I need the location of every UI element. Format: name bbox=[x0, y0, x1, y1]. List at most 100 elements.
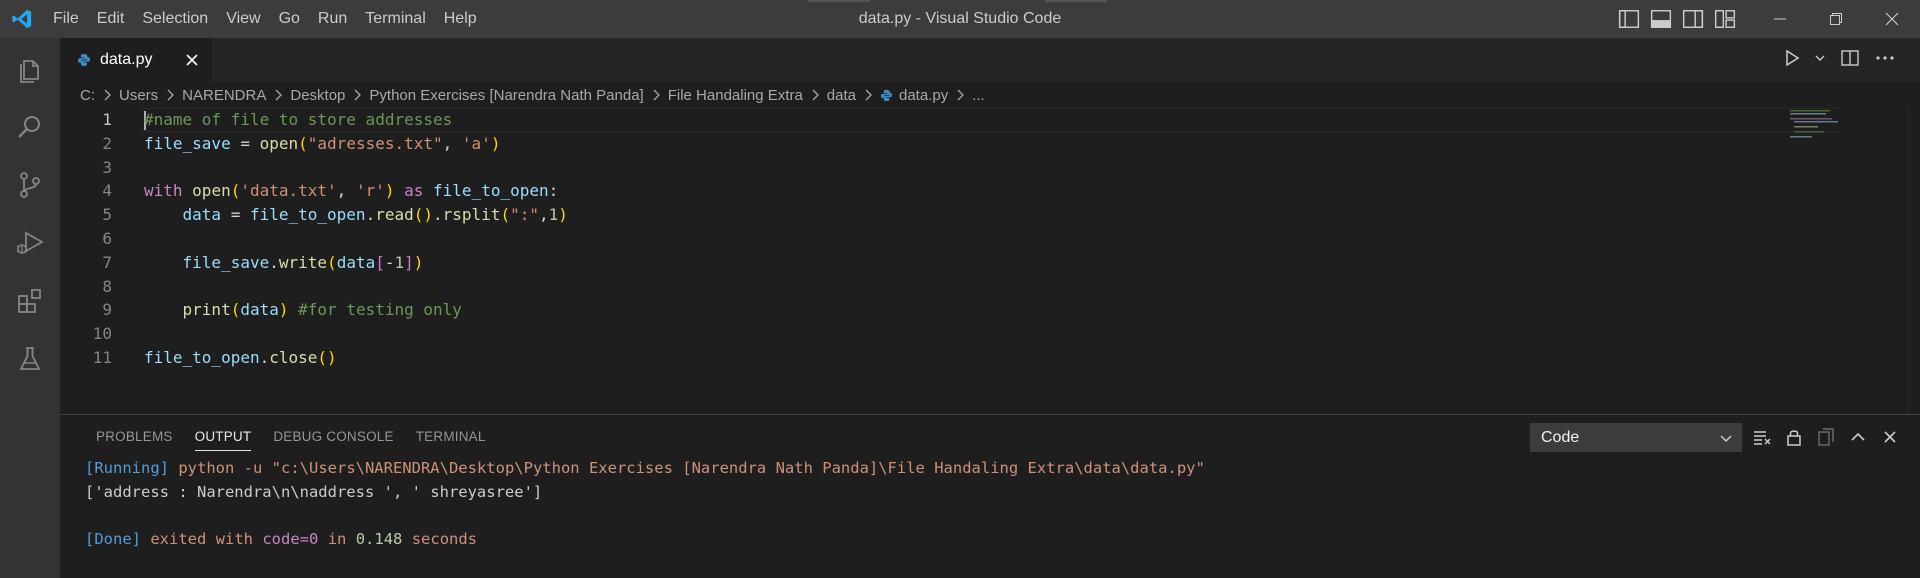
code-lines[interactable]: #name of file to store addresses file_sa… bbox=[144, 108, 568, 370]
chevron-right-icon bbox=[865, 89, 872, 101]
chevron-right-icon bbox=[653, 89, 660, 101]
done-in: in bbox=[327, 530, 347, 549]
code-line-2[interactable]: file_save = open("adresses.txt", 'a') bbox=[144, 132, 568, 156]
close-panel-icon[interactable] bbox=[1880, 427, 1900, 447]
code-line-3[interactable] bbox=[144, 156, 568, 180]
code-line-4[interactable]: with open('data.txt', 'r') as file_to_op… bbox=[144, 179, 568, 203]
line-number-gutter: 1 2 3 4 5 6 7 8 9 10 11 bbox=[60, 108, 120, 370]
breadcrumb-desktop[interactable]: Desktop bbox=[290, 87, 345, 104]
punctuation-token: , bbox=[336, 181, 356, 201]
line-number: 2 bbox=[102, 133, 112, 153]
line-number: 8 bbox=[102, 276, 112, 296]
breadcrumb-narendra[interactable]: NARENDRA bbox=[182, 87, 266, 104]
open-output-in-editor-icon[interactable] bbox=[1816, 427, 1836, 447]
menu-bar: File Edit Selection View Go Run Terminal… bbox=[44, 0, 486, 38]
tab-output[interactable]: OUTPUT bbox=[184, 415, 263, 459]
code-line-7[interactable]: file_save.write(data[-1]) bbox=[144, 251, 568, 275]
activity-search[interactable] bbox=[0, 102, 60, 152]
chevron-down-icon bbox=[1720, 435, 1732, 443]
menu-file[interactable]: File bbox=[44, 0, 88, 38]
title-drag-marker bbox=[1045, 0, 1107, 2]
restore-icon bbox=[1830, 13, 1842, 25]
output-channel-select[interactable]: Code bbox=[1530, 423, 1742, 452]
breadcrumb-data-folder[interactable]: data bbox=[827, 87, 856, 104]
breadcrumb-data-py[interactable]: data.py bbox=[899, 87, 948, 104]
activity-testing[interactable] bbox=[0, 334, 60, 384]
menu-run[interactable]: Run bbox=[309, 0, 356, 38]
tab-data-py[interactable]: data.py bbox=[60, 38, 212, 82]
split-editor-icon[interactable] bbox=[1840, 49, 1860, 67]
breadcrumb: C: Users NARENDRA Desktop Python Exercis… bbox=[60, 82, 1920, 108]
menu-help[interactable]: Help bbox=[435, 0, 486, 38]
line-number: 9 bbox=[102, 300, 112, 320]
tab-problems[interactable]: PROBLEMS bbox=[85, 415, 184, 459]
restore-button[interactable] bbox=[1808, 0, 1864, 38]
vscode-logo-icon[interactable] bbox=[10, 8, 34, 30]
chevron-right-icon bbox=[354, 89, 362, 101]
output-log[interactable]: [Running] python -u "c:\Users\NARENDRA\D… bbox=[85, 457, 1205, 552]
code-line-5[interactable]: data = file_to_open.read().rsplit(":",1) bbox=[144, 203, 568, 227]
editor-actions bbox=[1784, 49, 1896, 67]
activity-bar bbox=[0, 38, 60, 578]
menu-view[interactable]: View bbox=[217, 0, 269, 38]
menu-edit[interactable]: Edit bbox=[88, 0, 134, 38]
code-line-1[interactable]: #name of file to store addresses bbox=[144, 108, 568, 132]
activity-source-control[interactable] bbox=[0, 160, 60, 210]
editor-vertical-scrollbar[interactable] bbox=[1908, 108, 1920, 414]
function-token: write bbox=[278, 252, 328, 272]
breadcrumb-file-handaling-extra[interactable]: File Handaling Extra bbox=[668, 87, 803, 104]
activity-run-debug[interactable] bbox=[0, 218, 60, 268]
code-editor[interactable]: 1 2 3 4 5 6 7 8 9 10 11 #name of file to… bbox=[60, 108, 1920, 414]
tab-debug-console[interactable]: DEBUG CONSOLE bbox=[262, 415, 404, 459]
chevron-right-icon bbox=[104, 89, 111, 101]
punctuation-token: . bbox=[365, 205, 376, 225]
chevron-right-icon bbox=[275, 89, 283, 101]
code-line-10[interactable] bbox=[144, 322, 568, 346]
close-window-button[interactable] bbox=[1864, 0, 1920, 38]
bracket-token: ) bbox=[278, 300, 289, 320]
code-line-6[interactable] bbox=[144, 227, 568, 251]
flask-icon bbox=[19, 347, 41, 370]
menu-terminal[interactable]: Terminal bbox=[356, 0, 434, 38]
menu-selection[interactable]: Selection bbox=[133, 0, 217, 38]
line-number: 11 bbox=[92, 347, 112, 367]
toggle-primary-sidebar-icon[interactable] bbox=[1618, 9, 1640, 29]
tab-terminal[interactable]: TERMINAL bbox=[405, 415, 497, 459]
breadcrumb-symbols[interactable]: ... bbox=[972, 87, 985, 104]
code-line-8[interactable] bbox=[144, 275, 568, 299]
toggle-panel-icon[interactable] bbox=[1650, 9, 1672, 29]
run-python-file-icon[interactable] bbox=[1784, 49, 1800, 67]
line-number: 4 bbox=[102, 181, 112, 201]
toggle-secondary-sidebar-icon[interactable] bbox=[1682, 9, 1704, 29]
activity-explorer[interactable] bbox=[0, 44, 60, 94]
bracket-token: ( bbox=[230, 300, 241, 320]
python-file-icon bbox=[880, 89, 893, 101]
code-line-9[interactable]: print(data) #for testing only bbox=[144, 298, 568, 322]
clear-output-icon[interactable] bbox=[1752, 427, 1772, 447]
chevron-down-icon[interactable] bbox=[1814, 49, 1826, 67]
minimap[interactable] bbox=[1790, 108, 1900, 168]
more-actions-icon[interactable] bbox=[1874, 49, 1896, 67]
variable-token: data bbox=[240, 300, 279, 320]
variable-token: data bbox=[182, 205, 222, 225]
tab-label: data.py bbox=[100, 51, 153, 68]
activity-extensions[interactable] bbox=[0, 276, 60, 326]
running-tag: [Running] bbox=[85, 459, 169, 477]
customize-layout-icon[interactable] bbox=[1714, 9, 1736, 29]
maximize-panel-icon[interactable] bbox=[1848, 427, 1868, 447]
code-line-11[interactable]: file_to_open.close() bbox=[144, 346, 568, 370]
lock-icon[interactable] bbox=[1784, 427, 1804, 447]
menu-go[interactable]: Go bbox=[270, 0, 309, 38]
variable-token: file_save bbox=[144, 133, 231, 153]
minimize-button[interactable] bbox=[1752, 0, 1808, 38]
breadcrumb-users[interactable]: Users bbox=[119, 87, 158, 104]
breadcrumb-python-exercises[interactable]: Python Exercises [Narendra Nath Panda] bbox=[369, 87, 643, 104]
function-token: open bbox=[259, 133, 299, 153]
function-token: print bbox=[182, 300, 231, 320]
breadcrumb-drive[interactable]: C: bbox=[80, 87, 95, 104]
run-debug-icon bbox=[16, 231, 44, 254]
bracket-token: () bbox=[317, 347, 337, 367]
close-tab-icon[interactable] bbox=[182, 50, 202, 70]
